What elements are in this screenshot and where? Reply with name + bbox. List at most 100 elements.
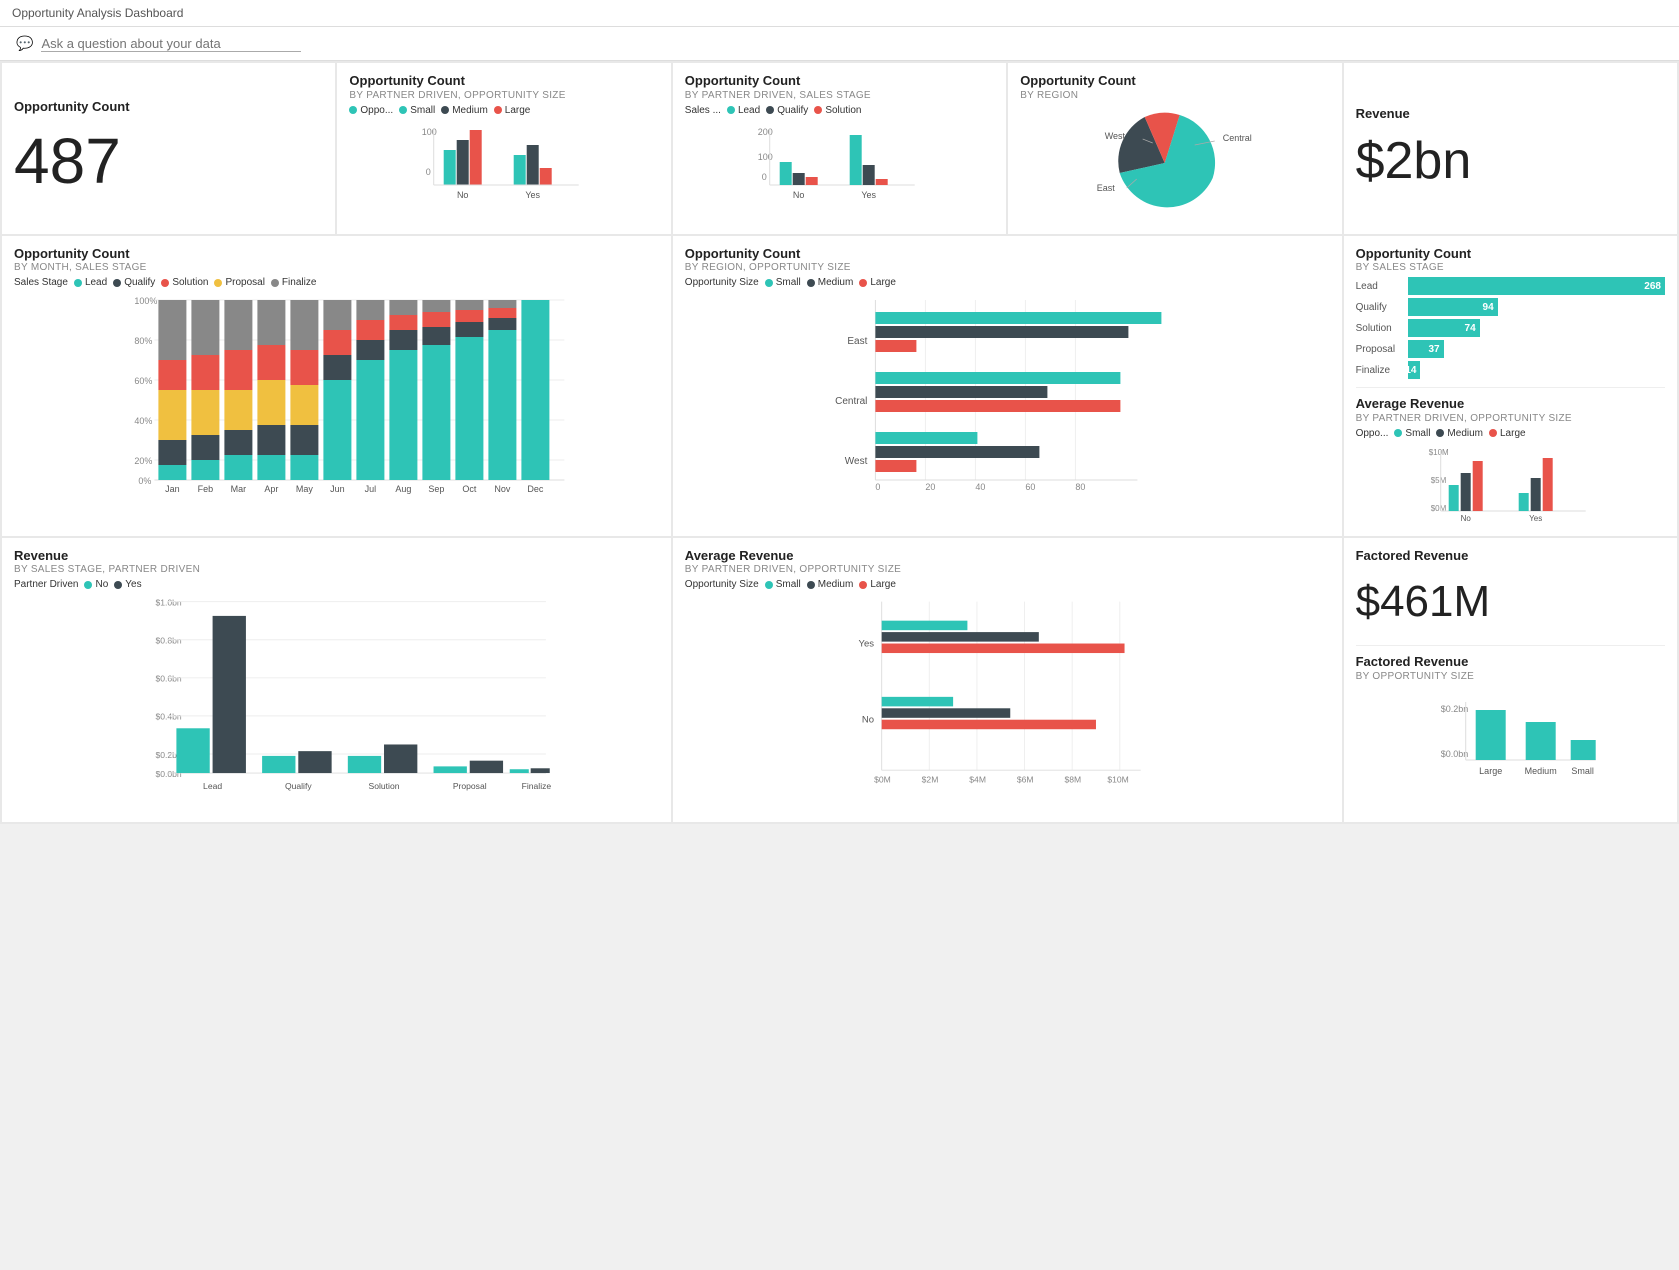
svg-text:Jan: Jan [165, 484, 180, 494]
partner-stage-title: Opportunity Count [685, 73, 994, 89]
avg-rev-main-chart: $0M $2M $4M $6M $8M $10M Yes No [685, 594, 1330, 794]
svg-text:Yes: Yes [861, 190, 876, 200]
svg-text:20%: 20% [134, 456, 152, 466]
svg-text:Aug: Aug [395, 484, 411, 494]
sales-stage-title: Opportunity Count [1356, 246, 1665, 262]
rev-stage-subtitle: BY SALES STAGE, PARTNER DRIVEN [14, 564, 659, 575]
avg-rev-main-legend: Opportunity Size Small Medium Large [685, 579, 1330, 590]
card-sales-stage: Opportunity Count BY SALES STAGE Lead 26… [1344, 236, 1677, 536]
card-partner-size: Opportunity Count BY PARTNER DRIVEN, OPP… [337, 63, 670, 234]
svg-text:0%: 0% [138, 476, 151, 486]
svg-text:Nov: Nov [494, 484, 511, 494]
app-header: Opportunity Analysis Dashboard [0, 0, 1679, 27]
sales-stage-row-qualify: Qualify 94 [1356, 298, 1665, 316]
svg-text:Dec: Dec [527, 484, 544, 494]
factored-value: $461M [1356, 577, 1665, 627]
svg-text:$1.0bn: $1.0bn [155, 598, 181, 608]
svg-text:80: 80 [1075, 482, 1085, 492]
svg-text:100: 100 [422, 127, 437, 137]
svg-text:No: No [862, 715, 874, 726]
svg-text:0: 0 [875, 482, 880, 492]
svg-text:West: West [845, 456, 868, 467]
month-stage-legend: Sales Stage Lead Qualify Solution Propos… [14, 277, 659, 288]
sales-stage-row-solution: Solution 74 [1356, 319, 1665, 337]
opp-count-title: Opportunity Count [14, 99, 323, 115]
avg-rev-legend: Oppo... Small Medium Large [1356, 428, 1665, 439]
svg-text:$10M: $10M [1428, 448, 1448, 457]
svg-text:Central: Central [835, 396, 867, 407]
svg-text:Oct: Oct [462, 484, 477, 494]
svg-text:$0.8bn: $0.8bn [155, 636, 181, 646]
svg-text:0: 0 [761, 172, 766, 182]
svg-text:200: 200 [757, 127, 772, 137]
svg-text:Finalize: Finalize [522, 782, 552, 792]
region-size-chart: East Central West 0 20 40 60 80 [685, 292, 1330, 492]
partner-size-chart: 100 0 No Yes [349, 120, 658, 210]
svg-text:20: 20 [925, 482, 935, 492]
svg-text:$5M: $5M [1430, 476, 1446, 485]
svg-text:Sep: Sep [428, 484, 444, 494]
svg-text:No: No [457, 190, 469, 200]
svg-text:Medium: Medium [1524, 766, 1556, 776]
svg-text:60%: 60% [134, 376, 152, 386]
sales-stage-row-lead: Lead 268 [1356, 277, 1665, 295]
divider [1356, 387, 1665, 388]
sales-stage-row-finalize: Finalize 14 [1356, 361, 1665, 379]
svg-text:No: No [793, 190, 805, 200]
opp-count-value: 487 [14, 124, 323, 198]
dashboard: Opportunity Count 487 Opportunity Count … [0, 61, 1679, 824]
svg-text:$0M: $0M [1430, 504, 1446, 513]
svg-text:Proposal: Proposal [453, 782, 487, 792]
svg-text:40: 40 [975, 482, 985, 492]
svg-text:40%: 40% [134, 416, 152, 426]
month-stage-subtitle: BY MONTH, SALES STAGE [14, 262, 659, 273]
partner-stage-chart: 200 100 0 No Yes [685, 120, 994, 210]
card-avg-rev: Average Revenue BY PARTNER DRIVEN, OPPOR… [673, 538, 1342, 822]
partner-size-title: Opportunity Count [349, 73, 658, 89]
svg-text:$8M: $8M [1064, 775, 1081, 785]
card-partner-stage: Opportunity Count BY PARTNER DRIVEN, SAL… [673, 63, 1006, 234]
svg-text:80%: 80% [134, 336, 152, 346]
card-revenue: Revenue $2bn [1344, 63, 1677, 234]
svg-text:West: West [1105, 131, 1126, 141]
svg-text:East: East [1097, 183, 1116, 193]
card-region-pie: Opportunity Count BY REGION Central West… [1008, 63, 1341, 234]
svg-text:$0.6bn: $0.6bn [155, 674, 181, 684]
svg-text:Large: Large [1479, 766, 1502, 776]
avg-rev-subtitle: BY PARTNER DRIVEN, OPPORTUNITY SIZE [1356, 413, 1665, 424]
card-rev-stage: Revenue BY SALES STAGE, PARTNER DRIVEN P… [2, 538, 671, 822]
svg-text:Yes: Yes [858, 639, 874, 650]
avg-rev-main-title: Average Revenue [685, 548, 1330, 564]
rev-stage-legend: Partner Driven No Yes [14, 579, 659, 590]
partner-stage-legend: Sales ... Lead Qualify Solution [685, 105, 994, 116]
svg-text:Qualify: Qualify [285, 782, 312, 792]
svg-text:Central: Central [1223, 133, 1252, 143]
region-pie-subtitle: BY REGION [1020, 90, 1329, 101]
svg-text:$10M: $10M [1107, 775, 1128, 785]
factored-divider [1356, 645, 1665, 646]
sales-stage-bars: Lead 268 Qualify 94 Solution [1356, 277, 1665, 379]
month-stage-title: Opportunity Count [14, 246, 659, 262]
qa-input[interactable] [41, 36, 301, 52]
partner-stage-subtitle: BY PARTNER DRIVEN, SALES STAGE [685, 90, 994, 101]
svg-text:Feb: Feb [198, 484, 214, 494]
svg-text:$4M: $4M [969, 775, 986, 785]
factored-sub-subtitle: BY OPPORTUNITY SIZE [1356, 671, 1665, 682]
svg-text:0: 0 [426, 167, 431, 177]
revenue-value: $2bn [1356, 131, 1665, 191]
revenue-title: Revenue [1356, 106, 1665, 122]
region-size-subtitle: BY REGION, OPPORTUNITY SIZE [685, 262, 1330, 273]
svg-text:Small: Small [1571, 766, 1594, 776]
card-month-stage: Opportunity Count BY MONTH, SALES STAGE … [2, 236, 671, 536]
avg-rev-title: Average Revenue [1356, 396, 1665, 412]
svg-text:Yes: Yes [1529, 514, 1542, 523]
region-size-title: Opportunity Count [685, 246, 1330, 262]
avg-rev-chart: $10M $5M $0M No Yes [1356, 443, 1665, 523]
card-factored: Factored Revenue $461M Factored Revenue … [1344, 538, 1677, 822]
svg-text:$0.0bn: $0.0bn [1440, 749, 1468, 759]
rev-stage-chart: $1.0bn $0.8bn $0.6bn $0.4bn $0.2bn $0.0b… [14, 594, 659, 794]
avg-rev-main-subtitle: BY PARTNER DRIVEN, OPPORTUNITY SIZE [685, 564, 1330, 575]
month-stage-chart: 100% 80% 60% 40% 20% 0% [14, 292, 659, 492]
factored-sub-title: Factored Revenue [1356, 654, 1665, 670]
region-pie-title: Opportunity Count [1020, 73, 1329, 89]
